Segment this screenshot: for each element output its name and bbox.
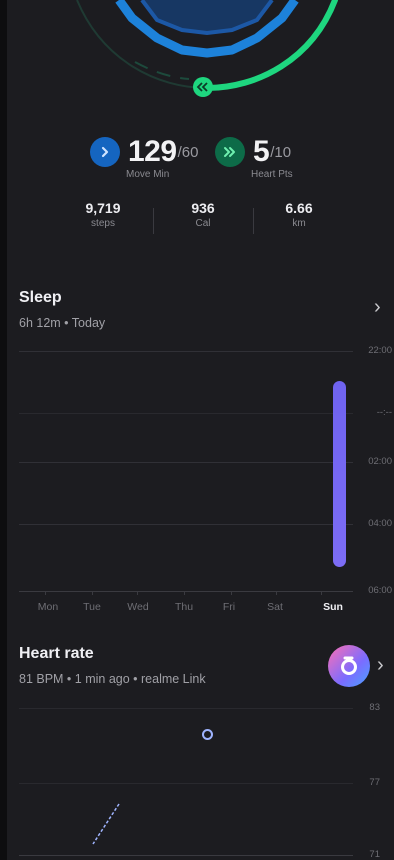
day-label-wed: Wed [127,601,149,613]
day-label-sun: Sun [323,601,343,613]
heart-rate-point [202,729,213,740]
sleep-bar-sun[interactable] [333,381,346,567]
day-tick [137,591,138,595]
steps-label: steps [91,218,115,229]
heart-pts-badge [215,137,245,167]
heart-rate-title: Heart rate [19,645,94,662]
sleep-subtitle: 6h 12m • Today [19,316,106,330]
heart-pts-label: Heart Pts [251,169,293,180]
stat-divider [153,208,154,234]
grid-line [19,524,353,525]
grid-line [19,462,353,463]
steps-value: 9,719 [85,200,121,216]
sleep-time-label: 04:00 [368,518,392,529]
move-min-goal: /60 [177,143,199,161]
day-tick [92,591,93,595]
calories-label: Cal [195,218,211,229]
grid-line [19,591,353,592]
day-label-mon: Mon [37,601,59,613]
heart-rate-subtitle: 81 BPM • 1 min ago • realme Link [19,672,206,686]
day-tick [321,591,322,595]
sleep-time-label: 02:00 [368,456,392,467]
steps-stat[interactable]: 9,719 steps [63,200,143,229]
double-chevron-right-icon [224,147,235,157]
chevron-right-icon[interactable]: › [377,654,384,677]
sleep-time-label: 06:00 [368,585,392,596]
heart-rate-line [92,803,120,845]
fit-home-screen: 129 /60 Move Min 5 /10 Heart Pts 9,719 s… [7,0,394,860]
heart-pts-stat[interactable]: 5 /10 [215,135,291,169]
activity-ring[interactable] [7,0,394,110]
day-tick [231,591,232,595]
grid-line [19,351,353,352]
day-label-fri: Fri [222,601,236,613]
calories-stat[interactable]: 936 Cal [163,200,243,229]
calories-value: 936 [191,200,215,216]
heart-pts-value: 5 [253,135,270,168]
move-min-badge [90,137,120,167]
grid-line [19,708,353,709]
grid-line [19,855,353,856]
hr-axis-label: 77 [369,777,380,788]
distance-stat[interactable]: 6.66 km [259,200,339,229]
grid-line [19,783,353,784]
move-min-label: Move Min [126,169,170,180]
chevron-right-icon[interactable]: › [374,296,381,319]
distance-value: 6.66 [285,200,313,216]
stat-divider [253,208,254,234]
day-label-sat: Sat [267,601,283,613]
left-edge [0,0,7,860]
move-min-value: 129 [128,135,177,168]
hr-axis-label: 71 [369,849,380,860]
sleep-time-label: 22:00 [368,345,392,356]
heart-pts-goal: /10 [270,143,292,161]
chevron-right-icon [101,146,109,158]
app-logo-icon [341,656,357,675]
realme-link-app-icon[interactable] [328,645,370,687]
day-tick [45,591,46,595]
distance-label: km [292,218,306,229]
day-tick [276,591,277,595]
hr-axis-label: 83 [369,702,380,713]
day-label-thu: Thu [174,601,194,613]
sleep-time-label: --:-- [376,407,392,418]
move-min-stat[interactable]: 129 /60 [90,135,198,169]
sleep-title: Sleep [19,289,62,306]
grid-line [19,413,353,414]
day-tick [184,591,185,595]
day-label-tue: Tue [83,601,101,613]
